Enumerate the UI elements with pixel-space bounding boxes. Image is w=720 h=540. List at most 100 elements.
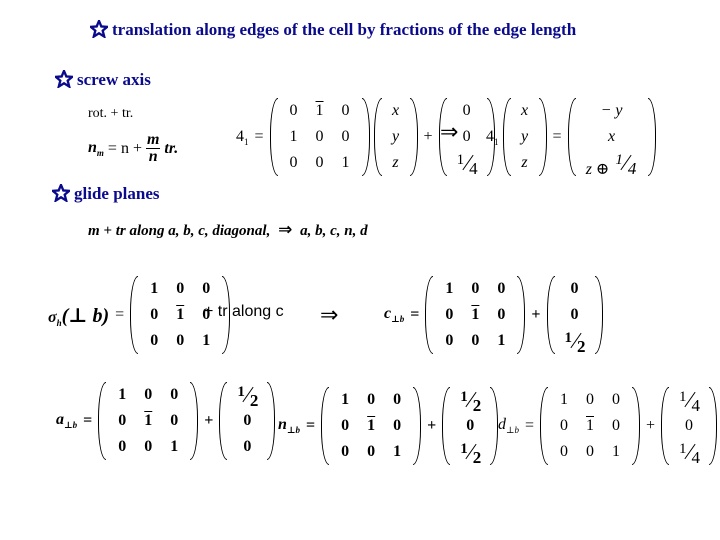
matrix-cell: 0 — [445, 332, 454, 349]
matrix-cell: 0 — [176, 332, 185, 349]
vector-cell: 12 — [460, 441, 482, 467]
glide-op-label: a⊥b — [56, 411, 78, 430]
matrix-cell: 1 — [367, 417, 376, 434]
equals-sign: = — [254, 128, 264, 145]
star-icon — [90, 20, 108, 38]
vector-cell: 0 — [466, 417, 475, 434]
matrix-cell: 0 — [118, 412, 127, 429]
matrix-cell: 0 — [341, 417, 350, 434]
result-output-vector: − y x z ⊕ 14 — [567, 98, 656, 178]
matrix-cell: 1 — [289, 128, 298, 145]
vector-cell: x — [520, 102, 529, 119]
glide-translation-vector: 12 0 0 — [219, 382, 276, 460]
glide-op-label: c⊥b — [384, 305, 405, 324]
matrix-cell: 0 — [118, 438, 127, 455]
plus-tr-along-c-label: + tr along c — [204, 303, 284, 320]
mirror-operation: σh(⊥ b) = 100010001 — [48, 276, 231, 354]
glide-op-a: a⊥b = 1 0 0 0 1 0 0 0 1 +1 2 0 0 — [56, 382, 276, 460]
glide-op-c: c⊥b = 1 0 0 0 1 0 0 0 1 +0 0 1 2 — [384, 276, 603, 356]
implies-arrow-icon: ⇒ — [440, 120, 459, 145]
vector-cell: x — [391, 102, 400, 119]
glide-op-d: d⊥b = 1 0 0 0 1 0 0 0 1 +1 4 0 1 4 — [498, 387, 718, 467]
equals-sign: = — [306, 417, 316, 434]
matrix-cell: 0 — [170, 386, 179, 403]
rot-tr-label: rot. + tr. — [88, 106, 134, 121]
plus-sign: + — [204, 412, 214, 429]
matrix-cell: 1 — [471, 306, 480, 323]
sigma-label: σh(⊥ b) — [48, 304, 110, 328]
equals-sign: = — [552, 128, 562, 145]
glide-op-n: n⊥b = 1 0 0 0 1 0 0 0 1 +1 2 0 1 2 — [278, 387, 499, 467]
matrix-cell: 0 — [341, 102, 350, 119]
vector-cell: z — [521, 154, 528, 171]
matrix-cell: 1 — [393, 443, 402, 460]
screw-result-equation: 41 xyz = − yxz ⊕ 14 — [486, 98, 656, 178]
formula-eq: = n + — [107, 139, 142, 157]
implies-arrow-icon: ⇒ — [278, 220, 293, 240]
formula-fraction: mn — [145, 131, 161, 165]
matrix-cell: 1 — [144, 412, 153, 429]
result-op-label: 41 — [486, 127, 499, 147]
matrix-cell: 0 — [471, 332, 480, 349]
heading-translation-text: translation along edges of the cell by f… — [112, 20, 577, 39]
matrix-cell: 0 — [560, 417, 568, 434]
vector-cell: z — [392, 154, 399, 171]
matrix-cell: 0 — [445, 306, 454, 323]
matrix-cell: 1 — [612, 443, 620, 460]
matrix-cell: 0 — [393, 391, 402, 408]
matrix-cell: 0 — [144, 438, 153, 455]
matrix-cell: 1 — [176, 306, 185, 323]
vector-cell: 0 — [685, 417, 694, 434]
matrix-cell: 1 — [170, 438, 179, 455]
matrix-cell: 0 — [150, 332, 159, 349]
vector-cell: 0 — [243, 412, 252, 429]
vector-cell: x — [607, 128, 616, 145]
matrix-cell: 0 — [150, 306, 159, 323]
matrix-cell: 0 — [586, 391, 594, 408]
matrix-cell: 0 — [497, 306, 506, 323]
vector-cell: 0 — [243, 438, 252, 455]
matrix-cell: 0 — [315, 154, 324, 171]
glide-op-label: d⊥b — [498, 416, 519, 435]
matrix-cell: 0 — [289, 102, 298, 119]
heading-translation: translation along edges of the cell by f… — [90, 20, 576, 40]
matrix-cell: 0 — [176, 280, 185, 297]
vector-cell: z ⊕ 14 — [585, 152, 637, 178]
screw-formula: nm = n + mn tr. — [88, 132, 178, 165]
matrix-cell: 0 — [586, 443, 594, 460]
glide-matrix: 100010001 — [98, 382, 199, 460]
matrix-cell: 1 — [341, 391, 350, 408]
matrix-cell: 1 — [497, 332, 506, 349]
vector-cell: 14 — [456, 152, 478, 178]
glide-description: m + tr along a, b, c, diagonal, ⇒ a, b, … — [88, 220, 368, 240]
matrix-cell: 0 — [341, 443, 350, 460]
formula-tail: tr. — [164, 139, 179, 157]
rotation-matrix: 010100001 — [269, 98, 370, 176]
matrix-cell: 1 — [150, 280, 159, 297]
vector-cell: 0 — [462, 102, 471, 119]
vector-cell: 0 — [570, 280, 579, 297]
matrix-cell: 0 — [612, 417, 620, 434]
star-icon — [55, 70, 73, 88]
vector-cell: 14 — [679, 441, 701, 467]
vector-cell: 12 — [237, 384, 259, 410]
glide-op-label: n⊥b — [278, 416, 301, 435]
equals-sign: = — [410, 306, 420, 323]
implies-arrow-icon: ⇒ — [320, 303, 339, 328]
matrix-cell: 0 — [315, 128, 324, 145]
matrix-cell: 0 — [367, 443, 376, 460]
heading-screw-axis-text: screw axis — [77, 70, 151, 89]
vector-cell: 14 — [679, 389, 701, 415]
vector-cell: 12 — [460, 389, 482, 415]
vector-cell: y — [391, 128, 400, 145]
matrix-cell: 0 — [289, 154, 298, 171]
glide-matrix: 100010001 — [321, 387, 422, 465]
op-label: 41 — [236, 127, 249, 147]
heading-screw-axis: screw axis — [55, 70, 151, 90]
matrix-cell: 0 — [471, 280, 480, 297]
matrix-cell: 1 — [341, 154, 350, 171]
equals-sign: = — [524, 417, 534, 434]
matrix-cell: 1 — [118, 386, 127, 403]
vector-cell: − y — [600, 102, 623, 119]
glide-translation-vector: 14 0 14 — [661, 387, 718, 467]
